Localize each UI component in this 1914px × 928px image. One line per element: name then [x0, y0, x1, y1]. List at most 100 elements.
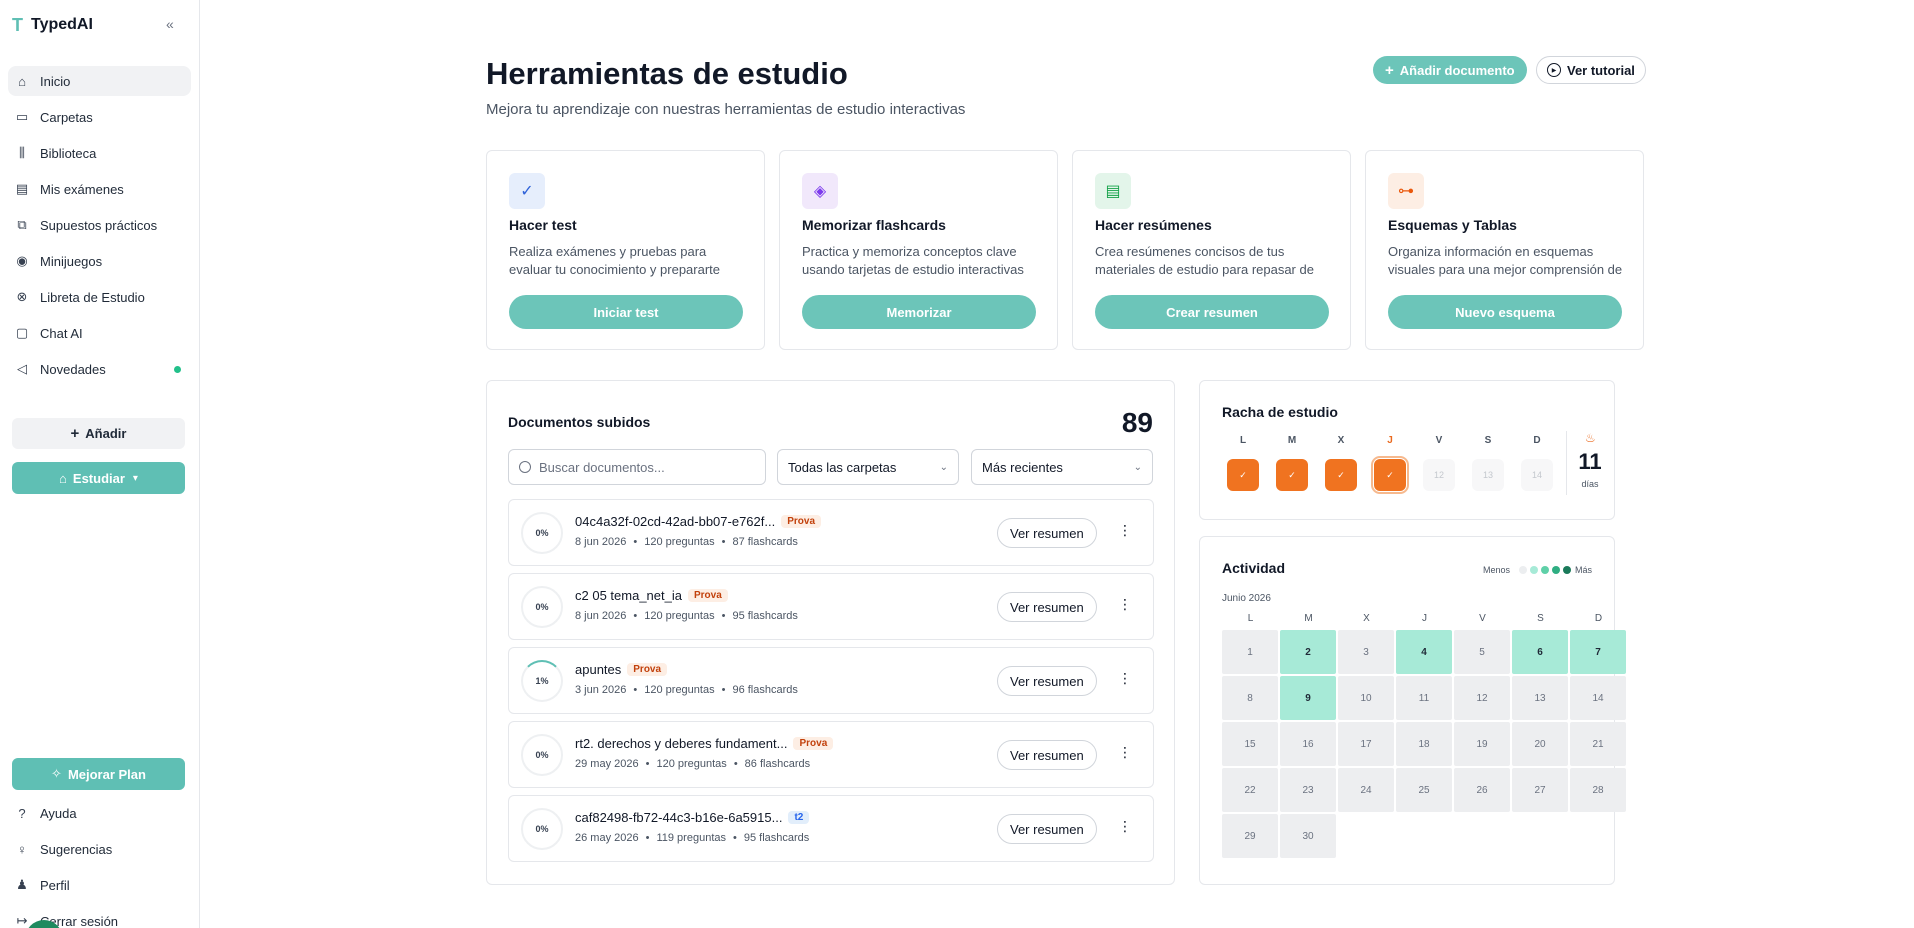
calendar-day[interactable]: 7 — [1570, 630, 1626, 674]
sidebar-item-novedades[interactable]: ◁ Novedades — [8, 354, 191, 384]
calendar-day[interactable]: 23 — [1280, 768, 1336, 812]
document-questions: 120 preguntas — [644, 610, 715, 622]
flame-icon: ♨ — [1585, 431, 1596, 445]
streak-day: D 14 — [1521, 435, 1553, 491]
calendar-day[interactable]: 28 — [1570, 768, 1626, 812]
sidebar-item-inicio[interactable]: ⌂ Inicio — [8, 66, 191, 96]
document-flashcards: 86 flashcards — [744, 758, 811, 770]
scroll-icon: ▤ — [1095, 173, 1131, 209]
sidebar-item-label: Perfil — [40, 877, 70, 893]
calendar-day[interactable]: 20 — [1512, 722, 1568, 766]
more-options-icon[interactable]: ⋮ — [1118, 596, 1132, 613]
sidebar-item-label: Supuestos prácticos — [40, 217, 158, 233]
document-title: rt2. derechos y deberes fundament... — [575, 736, 788, 751]
document-row[interactable]: 1% apuntes Prova 3 jun 2026 • 120 preguntas • 9… — [508, 647, 1154, 714]
calendar-day[interactable]: 4 — [1396, 630, 1452, 674]
calendar-day[interactable]: 18 — [1396, 722, 1452, 766]
calendar-day[interactable]: 25 — [1396, 768, 1452, 812]
sidebar-item-perfil[interactable]: ♟ Perfil — [8, 870, 192, 900]
progress-percent: 0% — [535, 750, 549, 760]
calendar-day[interactable]: 12 — [1454, 676, 1510, 720]
streak-day: X ✓ — [1325, 435, 1357, 491]
view-summary-button[interactable]: Ver resumen — [997, 518, 1097, 548]
add-document-button[interactable]: + Añadir documento — [1373, 56, 1527, 84]
sidebar-item-ayuda[interactable]: ? Ayuda — [8, 798, 192, 828]
calendar-day[interactable]: 26 — [1454, 768, 1510, 812]
streak-day: L ✓ — [1227, 435, 1259, 491]
sidebar-item-mis-exámenes[interactable]: ▤ Mis exámenes — [8, 174, 191, 204]
folder-filter-select[interactable]: Todas las carpetas ⌄ — [777, 449, 959, 485]
calendar-day[interactable]: 3 — [1338, 630, 1394, 674]
view-summary-button[interactable]: Ver resumen — [997, 666, 1097, 696]
calendar-weekday: X — [1363, 613, 1370, 624]
sidebar-item-carpetas[interactable]: ▭ Carpetas — [8, 102, 191, 132]
calendar-day[interactable]: 8 — [1222, 676, 1278, 720]
page-subtitle: Mejora tu aprendizaje con nuestras herra… — [486, 101, 966, 118]
streak-count: 11 — [1578, 449, 1602, 474]
sidebar-item-minijuegos[interactable]: ◉ Minijuegos — [8, 246, 191, 276]
sidebar-item-supuestos-prácticos[interactable]: ⧉ Supuestos prácticos — [8, 210, 191, 240]
document-flashcards: 95 flashcards — [732, 610, 798, 622]
legend-swatch — [1529, 566, 1538, 574]
calendar-day[interactable]: 1 — [1222, 630, 1278, 674]
study-button[interactable]: ⌂ Estudiar ▾ — [12, 462, 185, 494]
calendar-day[interactable]: 5 — [1454, 630, 1510, 674]
view-summary-button[interactable]: Ver resumen — [997, 740, 1097, 770]
calendar-day[interactable]: 14 — [1570, 676, 1626, 720]
calendar-day[interactable]: 19 — [1454, 722, 1510, 766]
tool-action-button[interactable]: Memorizar — [802, 295, 1036, 329]
calendar-day[interactable]: 29 — [1222, 814, 1278, 858]
tool-action-button[interactable]: Crear resumen — [1095, 295, 1329, 329]
layers-icon: ◈ — [802, 173, 838, 209]
collapse-sidebar-icon[interactable]: « — [166, 16, 174, 32]
upgrade-plan-button[interactable]: ✧ Mejorar Plan — [12, 758, 185, 790]
calendar-day[interactable]: 2 — [1280, 630, 1336, 674]
calendar-day[interactable]: 15 — [1222, 722, 1278, 766]
calendar-day[interactable]: 9 — [1280, 676, 1336, 720]
view-summary-button[interactable]: Ver resumen — [997, 814, 1097, 844]
document-row[interactable]: 0% caf82498-fb72-44c3-b16e-6a5915... t2 26 … — [508, 795, 1154, 862]
tool-action-button[interactable]: Nuevo esquema — [1388, 295, 1622, 329]
sidebar-item-libreta-de-estudio[interactable]: ⊗ Libreta de Estudio — [8, 282, 191, 312]
add-button[interactable]: + Añadir — [12, 418, 185, 449]
add-button-label: Añadir — [85, 426, 127, 441]
calendar-day[interactable]: 22 — [1222, 768, 1278, 812]
more-options-icon[interactable]: ⋮ — [1118, 818, 1132, 835]
calendar-day[interactable]: 27 — [1512, 768, 1568, 812]
calendar-day[interactable]: 6 — [1512, 630, 1568, 674]
calendar-day[interactable]: 21 — [1570, 722, 1626, 766]
tool-title: Hacer resúmenes — [1095, 217, 1212, 233]
sidebar-item-biblioteca[interactable]: ⫼ Biblioteca — [8, 138, 191, 168]
view-summary-button[interactable]: Ver resumen — [997, 592, 1097, 622]
document-row[interactable]: 0% 04c4a32f-02cd-42ad-bb07-e762f... Prova 8… — [508, 499, 1154, 566]
tutorial-button[interactable]: ▶ Ver tutorial — [1536, 56, 1646, 84]
sort-select[interactable]: Más recientes ⌄ — [971, 449, 1153, 485]
tool-description: Practica y memoriza conceptos clave usan… — [802, 244, 1024, 277]
progress-ring: 0% — [521, 734, 563, 776]
chat-icon: ▢ — [15, 325, 29, 340]
calendar-day[interactable]: 16 — [1280, 722, 1336, 766]
calendar-day[interactable]: 30 — [1280, 814, 1336, 858]
calendar-day[interactable]: 24 — [1338, 768, 1394, 812]
sidebar-item-chat-ai[interactable]: ▢ Chat AI — [8, 318, 191, 348]
megaphone-icon: ◁ — [17, 361, 27, 376]
calendar-day[interactable]: 17 — [1338, 722, 1394, 766]
calendar-day[interactable]: 10 — [1338, 676, 1394, 720]
user-icon: ♟ — [16, 877, 28, 892]
search-icon — [519, 461, 531, 473]
more-options-icon[interactable]: ⋮ — [1118, 670, 1132, 687]
document-date: 26 may 2026 — [575, 832, 639, 844]
search-documents-input[interactable]: Buscar documentos... — [508, 449, 766, 485]
calendar-day[interactable]: 11 — [1396, 676, 1452, 720]
library-icon: ⫼ — [19, 145, 25, 160]
more-options-icon[interactable]: ⋮ — [1118, 744, 1132, 761]
tool-action-button[interactable]: Iniciar test — [509, 295, 743, 329]
document-meta: 8 jun 2026 • 120 preguntas • 95 flashcards — [575, 610, 798, 622]
more-options-icon[interactable]: ⋮ — [1118, 522, 1132, 539]
help-icon: ? — [18, 805, 26, 821]
document-row[interactable]: 0% rt2. derechos y deberes fundament... Pr… — [508, 721, 1154, 788]
sidebar-item-label: Chat AI — [40, 325, 83, 341]
calendar-day[interactable]: 13 — [1512, 676, 1568, 720]
sidebar-item-sugerencias[interactable]: ♀ Sugerencias — [8, 834, 192, 864]
document-row[interactable]: 0% c2 05 tema_net_ia Prova 8 jun 2026 • 120 p… — [508, 573, 1154, 640]
